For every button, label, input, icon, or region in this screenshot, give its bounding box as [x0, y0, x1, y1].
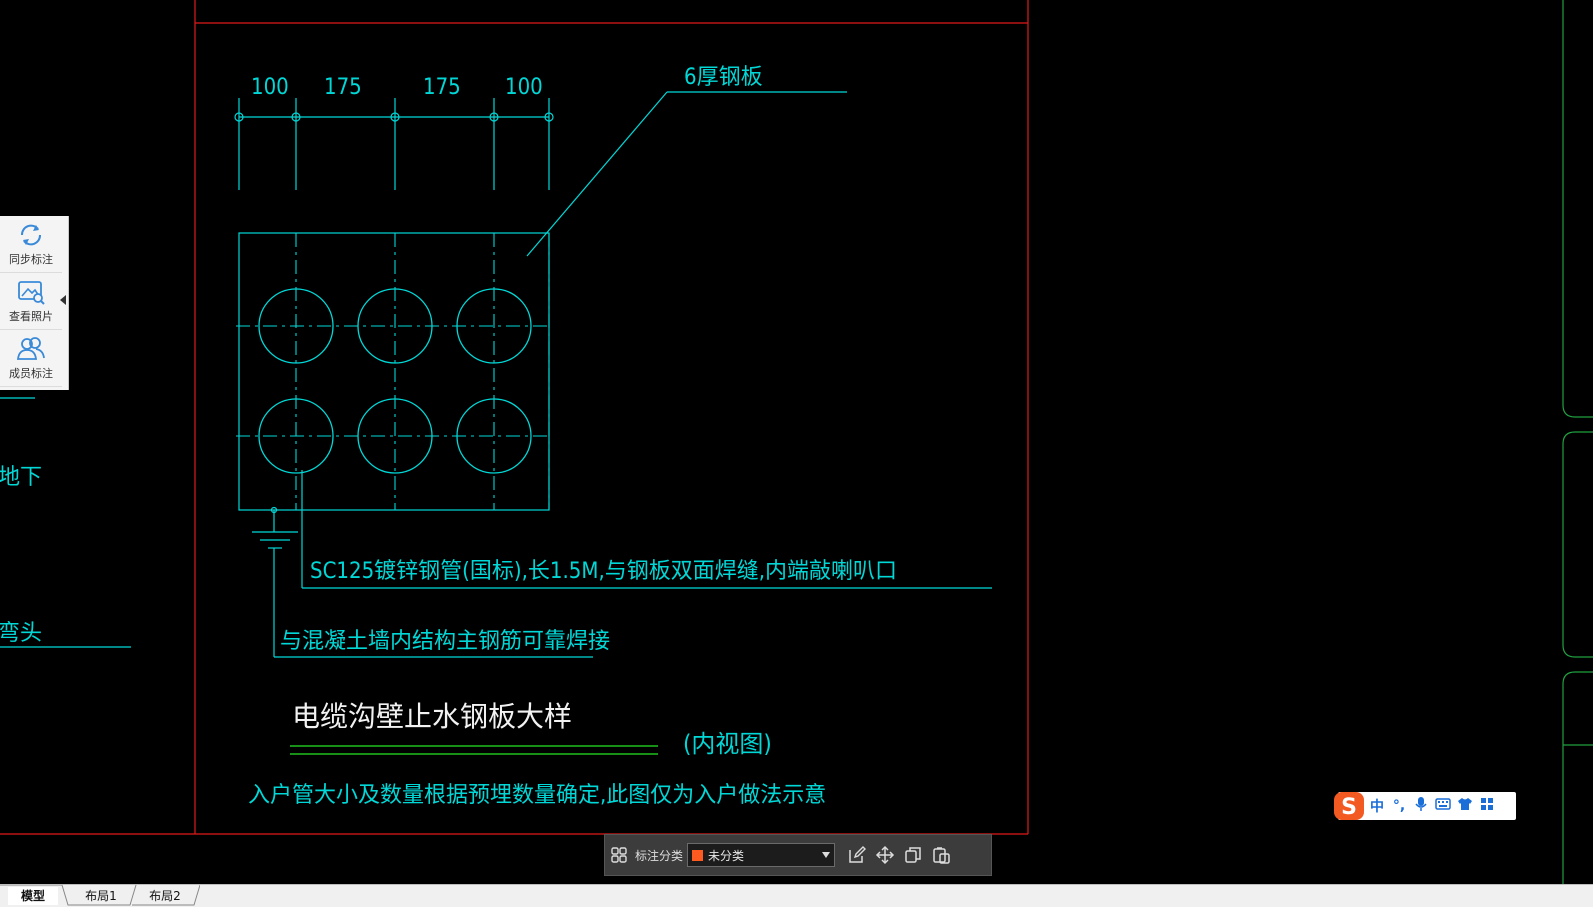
plate-leader: [526, 91, 847, 257]
microphone-icon[interactable]: [1410, 796, 1432, 816]
side-item-label: 成员标注: [9, 367, 53, 380]
grid-menu-button[interactable]: [605, 841, 633, 869]
footnote: 入户管大小及数量根据预埋数量确定,此图仅为入户做法示意: [248, 783, 826, 808]
ime-punctuation[interactable]: °,: [1388, 798, 1410, 814]
category-label: 标注分类: [635, 848, 684, 863]
edit-button[interactable]: [843, 841, 871, 869]
steel-plate: [238, 232, 550, 511]
view-photos-button[interactable]: 查看照片: [0, 273, 62, 330]
category-color-swatch: [692, 849, 704, 861]
annotation-toolbar: 标注分类 未分类: [604, 834, 992, 876]
members-icon: [16, 337, 45, 360]
ime-chinese-mode[interactable]: 中: [1366, 796, 1388, 816]
tab-layout-1[interactable]: 布局1: [74, 887, 128, 905]
copy-button[interactable]: [899, 841, 927, 869]
category-value: 未分类: [708, 848, 745, 863]
chevron-down-icon: [822, 852, 831, 858]
move-icon: [875, 845, 895, 865]
left-partial-lines: [0, 397, 131, 648]
centerlines: [236, 233, 552, 510]
category-dropdown[interactable]: 未分类: [687, 843, 836, 867]
member-annotation-button[interactable]: 成员标注: [0, 330, 62, 387]
keyboard-icon[interactable]: [1432, 798, 1454, 814]
copy-icon: [905, 847, 921, 863]
dimension-text-4: 100: [505, 75, 543, 100]
right-border: [1562, 0, 1593, 884]
plate-label: 6厚钢板: [684, 65, 763, 90]
move-button[interactable]: [871, 841, 899, 869]
edit-icon: [849, 846, 867, 863]
toolbox-grid-icon[interactable]: [1476, 797, 1498, 815]
tab-model[interactable]: 模型: [8, 887, 58, 905]
dimension-lines: [234, 98, 554, 190]
sync-icon: [20, 224, 42, 246]
cad-drawing-canvas[interactable]: 地下 弯头 100 175 175 100 6厚钢板 SC125镀锌钢管(国标)…: [0, 0, 1593, 884]
ime-logo-letter: S: [1341, 795, 1357, 820]
skin-shirt-icon[interactable]: [1454, 797, 1476, 815]
sync-annotation-button[interactable]: 同步标注: [0, 216, 62, 273]
layout-tabs: 模型 布局1 布局2: [0, 884, 1593, 907]
photo-icon: [18, 281, 45, 305]
dimension-text-2: 175: [324, 75, 362, 100]
side-item-label: 查看照片: [9, 310, 53, 323]
dimension-text-1: 100: [251, 75, 289, 100]
tab-layout-2[interactable]: 布局2: [138, 887, 192, 905]
sogou-logo-icon[interactable]: S: [1332, 791, 1366, 821]
drawing-title: 电缆沟壁止水钢板大样: [292, 700, 572, 733]
side-panel: 同步标注 查看照片 成员标注: [0, 216, 69, 390]
pipe-note: SC125镀锌钢管(国标),长1.5M,与钢板双面焊缝,内端敲喇叭口: [310, 559, 897, 584]
paste-icon: [933, 847, 950, 864]
grid-icon: [611, 847, 627, 863]
paste-button[interactable]: [927, 841, 955, 869]
left-partial-text-2: 弯头: [0, 621, 42, 646]
view-note: (内视图): [683, 730, 772, 758]
dimension-text-3: 175: [423, 75, 461, 100]
left-partial-text-1: 地下: [0, 465, 42, 490]
side-item-label: 同步标注: [9, 253, 53, 266]
weld-note: 与混凝土墙内结构主钢筋可靠焊接: [280, 629, 610, 654]
ime-toolbar: S 中 °,: [1334, 792, 1516, 820]
collapse-arrow-icon[interactable]: [60, 295, 66, 305]
title-underline: [290, 745, 658, 755]
